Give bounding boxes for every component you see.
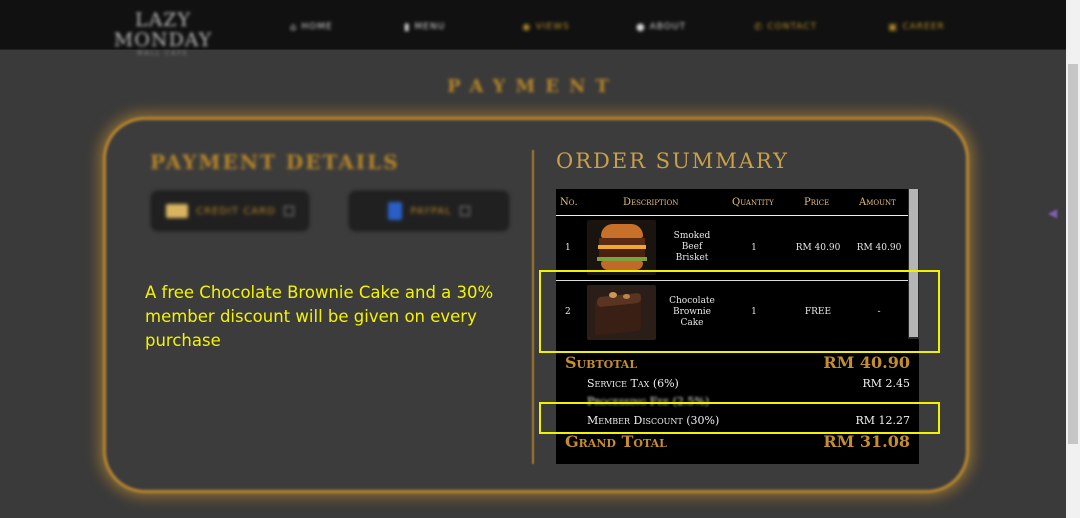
nav-item-views[interactable]: ◉ VIEWS <box>522 19 570 35</box>
brownie-row-highlight <box>539 270 940 353</box>
row1-price: RM 40.90 <box>795 243 841 253</box>
member-discount-highlight <box>539 402 940 434</box>
nav-item-about[interactable]: ● ABOUT <box>636 19 686 35</box>
col-header-price: Price <box>804 197 830 208</box>
views-icon: ◉ <box>522 21 532 33</box>
paypal-checkbox[interactable] <box>459 206 470 216</box>
col-header-quantity: Quantity <box>732 197 774 208</box>
burger-image <box>587 220 656 275</box>
grand-total-value: RM 31.08 <box>823 432 910 451</box>
logo-subtext: MALL CAFE <box>137 50 189 57</box>
nav-item-home[interactable]: ⌂ HOME <box>290 19 333 35</box>
credit-card-button[interactable]: CREDIT CARD <box>150 190 310 232</box>
nav-label: ABOUT <box>649 22 687 32</box>
subtotal-label: Subtotal <box>565 353 638 372</box>
menu-icon: ▮ <box>404 21 411 33</box>
row1-quantity: 1 <box>751 243 757 253</box>
nav-label: CONTACT <box>767 22 818 32</box>
grand-total-label: Grand Total <box>565 432 667 451</box>
page-scrollbar-thumb[interactable] <box>1068 64 1078 444</box>
side-arrow-icon[interactable]: ◀ <box>1048 206 1062 220</box>
contact-icon: ✆ <box>754 21 764 33</box>
page-title: PAYMENT <box>447 76 619 97</box>
row1-description: Smoked Beef Brisket <box>673 231 711 263</box>
about-icon: ● <box>636 21 646 33</box>
credit-card-label: CREDIT CARD <box>196 205 276 217</box>
page-scrollbar[interactable] <box>1066 0 1080 518</box>
nav-label: HOME <box>301 22 333 32</box>
subtotal-value: RM 40.90 <box>823 353 910 372</box>
row1-no: 1 <box>565 243 571 253</box>
nav-label: VIEWS <box>535 22 570 32</box>
payment-details-title: PAYMENT DETAILS <box>150 150 400 174</box>
paypal-icon <box>388 202 403 220</box>
nav-item-menu[interactable]: ▮ MENU <box>404 19 445 35</box>
nav-label: MENU <box>414 22 446 32</box>
home-icon: ⌂ <box>290 21 298 33</box>
nav-item-career[interactable]: ▣ CAREER <box>888 19 945 35</box>
promo-annotation: A free Chocolate Brownie Cake and a 30% … <box>145 283 494 350</box>
logo-text: LAZY MONDAY <box>113 9 213 51</box>
service-tax-label: Service Tax (6%) <box>587 377 679 390</box>
order-summary-title: ORDER SUMMARY <box>556 149 789 173</box>
career-icon: ▣ <box>888 21 899 33</box>
col-header-description: Description <box>623 197 679 208</box>
brand-logo[interactable]: LAZY MONDAY MALL CAFE <box>108 10 218 57</box>
credit-card-icon <box>166 204 189 218</box>
nav-item-contact[interactable]: ✆ CONTACT <box>754 19 817 35</box>
header-rule <box>556 215 908 216</box>
paypal-button[interactable]: PAYPAL <box>348 190 510 232</box>
col-header-amount: Amount <box>859 197 896 208</box>
top-navbar: LAZY MONDAY MALL CAFE ⌂ HOME ▮ MENU ◉ VI… <box>0 0 1080 57</box>
row1-amount: RM 40.90 <box>856 243 902 253</box>
col-header-no: No. <box>560 197 578 208</box>
service-tax-value: RM 2.45 <box>862 377 910 390</box>
credit-card-checkbox[interactable] <box>283 206 294 216</box>
paypal-label: PAYPAL <box>410 205 452 217</box>
section-divider <box>532 150 534 464</box>
nav-label: CAREER <box>902 22 945 32</box>
